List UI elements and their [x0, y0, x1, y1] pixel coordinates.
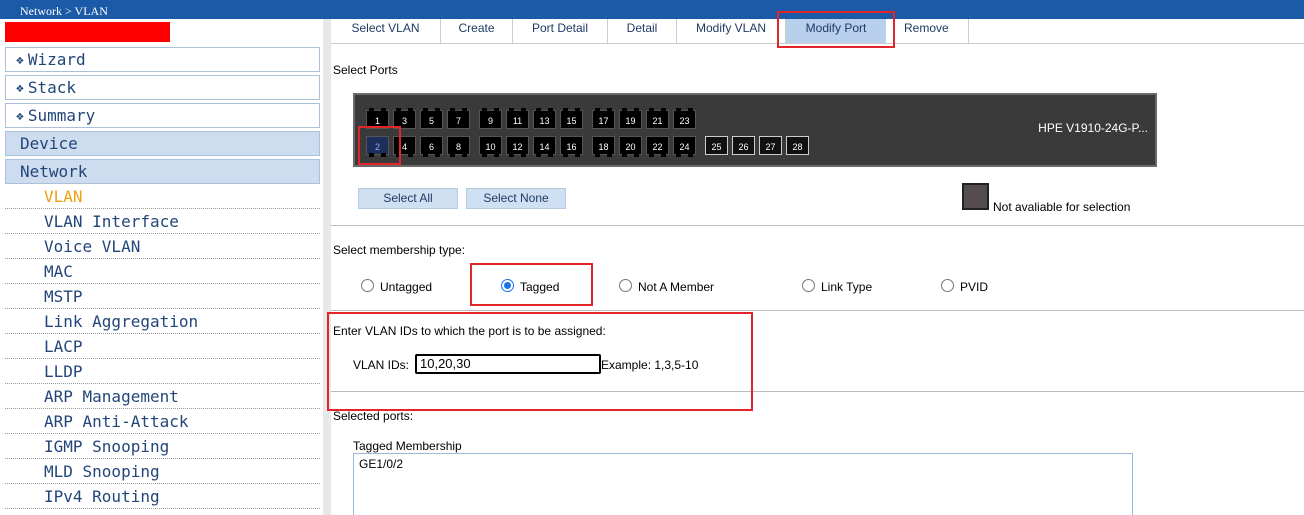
- sidebar-section-network[interactable]: Network: [5, 159, 320, 184]
- diamond-icon: ❖: [16, 81, 24, 96]
- select-all-button[interactable]: Select All: [358, 188, 458, 209]
- sidebar-item-summary[interactable]: ❖ Summary: [5, 103, 320, 128]
- main-content: Select VLAN Create Port Detail Detail Mo…: [327, 11, 1304, 515]
- tab-create[interactable]: Create: [441, 19, 513, 43]
- sidebar-item-mac[interactable]: MAC: [5, 259, 320, 284]
- tab-remove[interactable]: Remove: [891, 19, 969, 43]
- sidebar-item-arp-anti-attack[interactable]: ARP Anti-Attack: [5, 409, 320, 434]
- unavailable-legend-text: Not avaliable for selection: [993, 200, 1131, 214]
- redacted-box: [5, 22, 170, 42]
- port-1[interactable]: 1: [366, 108, 389, 129]
- select-ports-title: Select Ports: [333, 63, 398, 77]
- vlan-ids-label: VLAN IDs:: [353, 358, 410, 372]
- unavailable-legend-swatch: [962, 183, 989, 210]
- tab-detail[interactable]: Detail: [608, 19, 677, 43]
- port-28[interactable]: 28: [786, 136, 809, 155]
- membership-title: Select membership type:: [333, 243, 466, 257]
- vlan-ids-input[interactable]: 10,20,30: [415, 354, 601, 374]
- port-3[interactable]: 3: [393, 108, 416, 129]
- top-bar: Network > VLAN: [0, 0, 1304, 19]
- radio-pvid[interactable]: [941, 279, 954, 292]
- port-25[interactable]: 25: [705, 136, 728, 155]
- sidebar-item-vlan-interface[interactable]: VLAN Interface: [5, 209, 320, 234]
- divider: [331, 391, 1304, 392]
- port-6[interactable]: 6: [420, 136, 443, 157]
- select-none-button[interactable]: Select None: [466, 188, 566, 209]
- port-2[interactable]: 2: [366, 136, 389, 157]
- sidebar-item-label: Wizard: [27, 50, 86, 69]
- sidebar-item-lacp[interactable]: LACP: [5, 334, 320, 359]
- port-11[interactable]: 11: [506, 108, 529, 129]
- diamond-icon: ❖: [16, 109, 24, 124]
- sidebar-item-vlan[interactable]: VLAN: [5, 184, 320, 209]
- sidebar-section-device[interactable]: Device: [5, 131, 320, 156]
- breadcrumb: Network > VLAN: [20, 4, 108, 18]
- radio-untagged[interactable]: [361, 279, 374, 292]
- radio-link-type[interactable]: [802, 279, 815, 292]
- selected-ports-title: Selected ports:: [333, 409, 414, 423]
- port-12[interactable]: 12: [506, 136, 529, 157]
- port-8[interactable]: 8: [447, 136, 470, 157]
- port-20[interactable]: 20: [619, 136, 642, 157]
- port-21[interactable]: 21: [646, 108, 669, 129]
- sidebar-item-mld-snooping[interactable]: MLD Snooping: [5, 459, 320, 484]
- sidebar-section-label: Device: [20, 134, 78, 153]
- port-18[interactable]: 18: [592, 136, 615, 157]
- sidebar-item-ipv4-routing[interactable]: IPv4 Routing: [5, 484, 320, 509]
- radio-pvid-label: PVID: [960, 280, 989, 294]
- port-9[interactable]: 9: [479, 108, 502, 129]
- port-7[interactable]: 7: [447, 108, 470, 129]
- sidebar-item-link-aggregation[interactable]: Link Aggregation: [5, 309, 320, 334]
- switch-model-label: HPE V1910-24G-P...: [1038, 121, 1148, 135]
- port-5[interactable]: 5: [420, 108, 443, 129]
- tab-port-detail[interactable]: Port Detail: [513, 19, 608, 43]
- radio-not-a-member-label: Not A Member: [638, 280, 715, 294]
- port-10[interactable]: 10: [479, 136, 502, 157]
- port-15[interactable]: 15: [560, 108, 583, 129]
- divider: [331, 310, 1304, 311]
- sidebar-scrollbar[interactable]: [323, 19, 331, 515]
- vlan-ids-example: Example: 1,3,5-10: [601, 358, 699, 372]
- radio-tagged-label: Tagged: [520, 280, 560, 294]
- tagged-port-entry: GE1/0/2: [359, 457, 404, 471]
- port-26[interactable]: 26: [732, 136, 755, 155]
- port-14[interactable]: 14: [533, 136, 556, 157]
- sidebar-item-igmp-snooping[interactable]: IGMP Snooping: [5, 434, 320, 459]
- radio-not-a-member[interactable]: [619, 279, 632, 292]
- sidebar-item-mstp[interactable]: MSTP: [5, 284, 320, 309]
- port-13[interactable]: 13: [533, 108, 556, 129]
- sidebar-item-wizard[interactable]: ❖ Wizard: [5, 47, 320, 72]
- port-24[interactable]: 24: [673, 136, 696, 157]
- port-23[interactable]: 23: [673, 108, 696, 129]
- sidebar-item-lldp[interactable]: LLDP: [5, 359, 320, 384]
- tab-select-vlan[interactable]: Select VLAN: [331, 19, 441, 43]
- port-27[interactable]: 27: [759, 136, 782, 155]
- sidebar-section-label: Network: [20, 162, 88, 181]
- sidebar-item-arp-management[interactable]: ARP Management: [5, 384, 320, 409]
- sidebar-item-label: Stack: [27, 78, 76, 97]
- sidebar-item-voice-vlan[interactable]: Voice VLAN: [5, 234, 320, 259]
- port-17[interactable]: 17: [592, 108, 615, 129]
- tab-bar: Select VLAN Create Port Detail Detail Mo…: [331, 19, 1304, 44]
- switch-panel: 1 3 5 7 9 11 13 15 17 19 21 23 2 4 6 8 1…: [353, 93, 1157, 167]
- port-4[interactable]: 4: [393, 136, 416, 157]
- divider: [331, 225, 1304, 226]
- tagged-membership-list: GE1/0/2: [353, 453, 1133, 515]
- tab-modify-port[interactable]: Modify Port: [786, 19, 886, 43]
- radio-untagged-label: Untagged: [380, 280, 433, 294]
- diamond-icon: ❖: [16, 53, 24, 68]
- vlan-ids-prompt: Enter VLAN IDs to which the port is to b…: [333, 324, 606, 338]
- tab-modify-vlan[interactable]: Modify VLAN: [677, 19, 786, 43]
- sidebar: ❖ Wizard ❖ Stack ❖ Summary Device Network V…: [0, 19, 331, 515]
- sidebar-item-stack[interactable]: ❖ Stack: [5, 75, 320, 100]
- port-22[interactable]: 22: [646, 136, 669, 157]
- port-19[interactable]: 19: [619, 108, 642, 129]
- radio-tagged[interactable]: [501, 279, 514, 292]
- sidebar-item-label: Summary: [27, 106, 96, 125]
- radio-link-type-label: Link Type: [821, 280, 873, 294]
- tagged-membership-title: Tagged Membership: [353, 439, 462, 453]
- port-16[interactable]: 16: [560, 136, 583, 157]
